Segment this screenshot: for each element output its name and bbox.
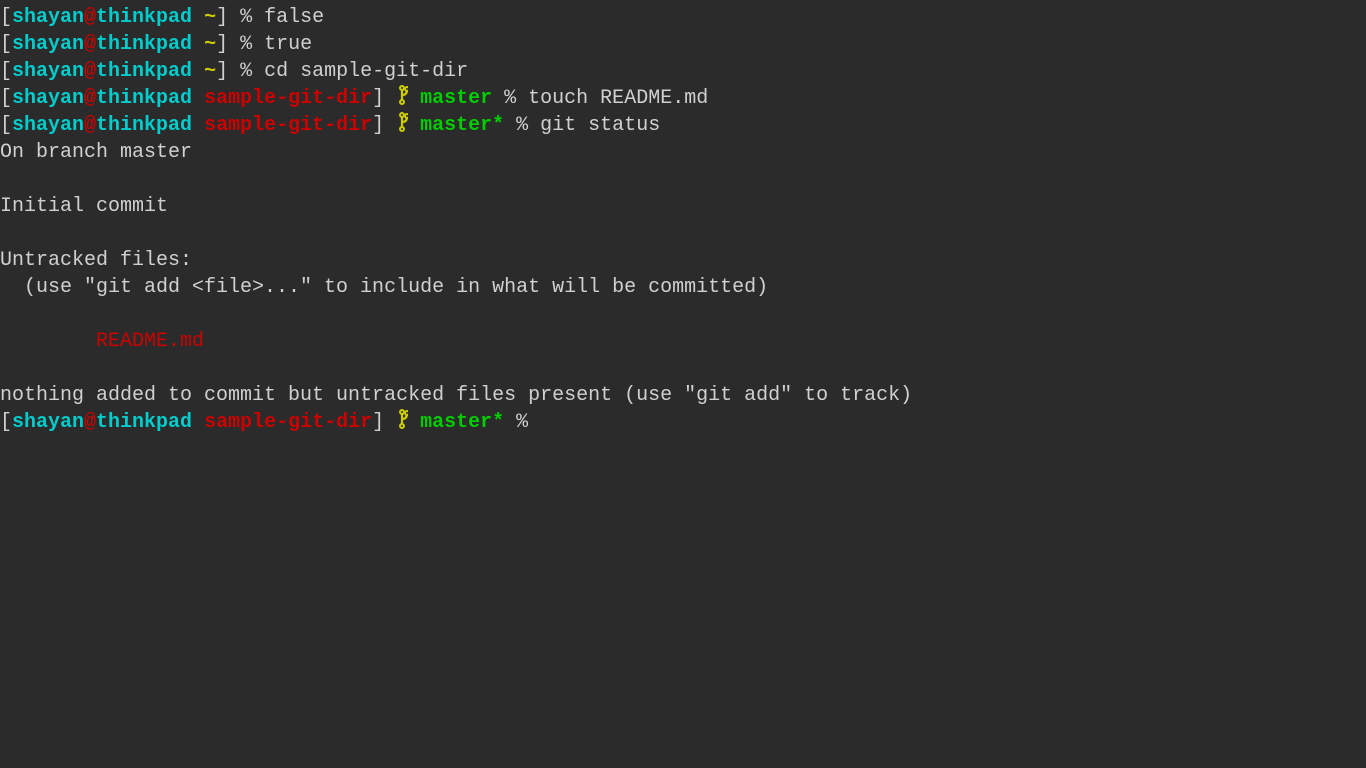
- prompt-line-4: [shayan@thinkpad sample-git-dir] master …: [0, 85, 1366, 112]
- output-nothing-added: nothing added to commit but untracked fi…: [0, 382, 1366, 409]
- terminal[interactable]: [shayan@thinkpad ~] % false [shayan@thin…: [0, 4, 1366, 436]
- prompt-line-5: [shayan@thinkpad sample-git-dir] master*…: [0, 112, 1366, 139]
- prompt-line-3: [shayan@thinkpad ~] % cd sample-git-dir: [0, 58, 1366, 85]
- output-blank: [0, 301, 1366, 328]
- command: touch README.md: [528, 87, 708, 110]
- output-untracked-file-line: README.md: [0, 328, 1366, 355]
- at-sign: @: [84, 6, 96, 29]
- command: false: [264, 6, 324, 29]
- user: shayan: [12, 6, 84, 29]
- output-untracked-header: Untracked files:: [0, 247, 1366, 274]
- command: true: [264, 33, 312, 56]
- prompt-symbol: %: [228, 6, 264, 29]
- host: thinkpad: [96, 6, 192, 29]
- prompt-line-2: [shayan@thinkpad ~] % true: [0, 31, 1366, 58]
- command: cd sample-git-dir: [264, 60, 468, 83]
- output-on-branch: On branch master: [0, 139, 1366, 166]
- git-branch-icon: [396, 411, 408, 434]
- cwd: sample-git-dir: [204, 87, 372, 110]
- output-blank: [0, 166, 1366, 193]
- prompt-symbol: %: [504, 411, 540, 434]
- output-blank: [0, 220, 1366, 247]
- command: git status: [540, 114, 660, 137]
- output-initial-commit: Initial commit: [0, 193, 1366, 220]
- git-branch: master*: [420, 114, 504, 137]
- prompt-line-1: [shayan@thinkpad ~] % false: [0, 4, 1366, 31]
- git-branch-icon: [396, 87, 408, 110]
- git-branch-icon: [396, 114, 408, 137]
- git-branch: master: [420, 87, 492, 110]
- untracked-file: README.md: [96, 330, 204, 353]
- output-blank: [0, 355, 1366, 382]
- output-untracked-hint: (use "git add <file>..." to include in w…: [0, 274, 1366, 301]
- cwd: ~: [204, 6, 216, 29]
- prompt-line-6[interactable]: [shayan@thinkpad sample-git-dir] master*…: [0, 409, 1366, 436]
